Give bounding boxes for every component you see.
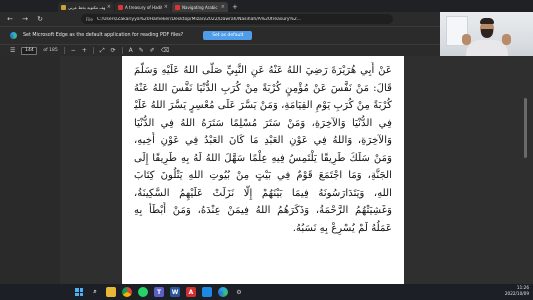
whatsapp-icon[interactable] — [138, 287, 148, 297]
arabic-text-line: عَنْ أَبِي هُرَيْرَةَ رَضِيَ اللهُ عَنْه… — [134, 65, 392, 76]
banner-text: Set Microsoft Edge as the default applic… — [23, 33, 184, 38]
word-icon[interactable]: W — [170, 287, 180, 297]
pdf-page[interactable]: عَنْ أَبِي هُرَيْرَةَ رَضِيَ اللهُ عَنْه… — [122, 56, 404, 284]
arabic-text-line: كُرْبَةً مِنْ كُرَبِ يَوْمِ القِيَامَةِ،… — [134, 100, 392, 111]
teams-icon[interactable]: T — [154, 287, 164, 297]
arabic-text-line: وَالآخِرَةِ، وَاللهُ فِي عَوْنِ العَبْدِ… — [134, 135, 392, 146]
default-app-banner: Set Microsoft Edge as the default applic… — [0, 26, 440, 44]
highlight-icon[interactable]: ✐ — [150, 47, 155, 54]
file-explorer-icon[interactable] — [106, 287, 116, 297]
taskbar-apps: ⌕ T W A ⚙ — [74, 287, 244, 297]
arabic-text-line: الجَنَّةِ، وَمَا اجْتَمَعَ قَوْمٌ فِي بَ… — [134, 170, 392, 181]
address-bar[interactable]: File C:/Users/Zakariyya%20Hameker/Deskto… — [81, 14, 393, 24]
edge-icon — [10, 32, 17, 39]
set-as-default-button[interactable]: Set as default — [203, 31, 253, 40]
tab-navigating-arabic[interactable]: Navigating Arabic text_Part1.pdf × — [172, 2, 228, 12]
erase-icon[interactable]: ⌫ — [161, 47, 169, 54]
tab-label: A treasury of Hadith a commen — [125, 4, 162, 10]
url-text[interactable]: C:/Users/Zakariyya%20Hameker/Desktop/Miz… — [97, 17, 301, 22]
tab-treasury-hadith[interactable]: A treasury of Hadith a commen × — [115, 2, 171, 12]
close-icon[interactable]: × — [164, 4, 168, 10]
divider — [121, 47, 123, 54]
divider — [63, 47, 65, 54]
draw-icon[interactable]: ✎ — [139, 47, 144, 54]
edge-icon[interactable] — [218, 287, 228, 297]
arabic-text-line: وَغَشِيَتْهُمُ الرَّحْمَةُ، وَذَكَرَهُمُ… — [134, 205, 392, 216]
arabic-text-line: اللهِ، وَيَتَدَارَسُونَهُ فِيمَا بَيْنَه… — [134, 187, 392, 199]
tab-label: سورة الكهف مكتوبة بخط عربي — [68, 4, 105, 10]
forward-icon[interactable]: → — [21, 15, 29, 23]
scrollbar[interactable] — [523, 58, 528, 282]
arabic-text-line: فِي الدُّنْيَا وَالآخِرَةِ، وَمَنْ سَتَر… — [134, 117, 392, 129]
close-icon[interactable]: × — [221, 4, 225, 10]
close-icon[interactable]: × — [107, 4, 111, 10]
document-icon — [61, 4, 66, 10]
file-label: File — [86, 16, 94, 22]
system-tray[interactable]: 11:26 2022/10/09 — [505, 285, 529, 297]
presenter-beard — [481, 29, 493, 38]
fit-page-icon[interactable]: ⤢ — [100, 47, 105, 55]
arabic-text-line: قَالَ: مَنْ نَفَّسَ عَنْ مُؤْمِنٍ كُرْبَ… — [134, 82, 392, 94]
search-icon[interactable]: ⌕ — [90, 287, 100, 297]
acrobat-icon[interactable]: A — [186, 287, 196, 297]
arabic-text-line: عَمَلُهُ لَمْ يُسْرِعْ بِهِ نَسَبُهُ. — [292, 222, 392, 234]
tab-label: Navigating Arabic text_Part1.pdf — [182, 4, 219, 10]
tab-surah-kahf[interactable]: سورة الكهف مكتوبة بخط عربي × — [58, 2, 114, 12]
photos-icon[interactable] — [202, 287, 212, 297]
contents-icon[interactable]: ☰ — [10, 47, 15, 54]
scrollbar-thumb[interactable] — [524, 98, 527, 158]
divider — [92, 47, 94, 54]
chrome-icon[interactable] — [122, 287, 132, 297]
windows-icon[interactable] — [74, 287, 84, 297]
browser-tab-strip: سورة الكهف مكتوبة بخط عربي × A treasury … — [0, 0, 533, 12]
presenter-hair — [480, 18, 494, 24]
arabic-text-line: وَمَنْ سَلَكَ طَرِيقًا يَلْتَمِسُ فِيهِ … — [134, 152, 392, 164]
back-icon[interactable]: ← — [6, 15, 14, 23]
screen: سورة الكهف مكتوبة بخط عربي × A treasury … — [0, 0, 533, 300]
new-tab-button[interactable]: + — [232, 2, 238, 12]
pdf-toolbar: ☰ 144 of 185 − + ⤢ ⟳ A ✎ ✐ ⌫ — [0, 44, 440, 56]
zoom-out-icon[interactable]: − — [71, 47, 76, 54]
page-total: of 185 — [43, 48, 58, 53]
pdf-icon — [118, 4, 123, 10]
presenter-hand — [502, 34, 511, 45]
clock-date: 2022/10/09 — [504, 291, 529, 296]
rotate-icon[interactable]: ⟳ — [111, 47, 116, 54]
settings-icon[interactable]: ⚙ — [234, 287, 244, 297]
left-panel — [0, 56, 60, 284]
presenter-hand — [462, 34, 471, 45]
read-aloud-icon[interactable]: A — [129, 47, 133, 54]
taskbar: ⌕ T W A ⚙ 11:26 2022/10/09 — [0, 284, 533, 300]
zoom-in-icon[interactable]: + — [82, 47, 87, 54]
refresh-icon[interactable]: ↻ — [36, 15, 44, 23]
pdf-icon — [175, 4, 180, 10]
page-number-input[interactable]: 144 — [21, 46, 38, 55]
pdf-viewer[interactable]: عَنْ أَبِي هُرَيْرَةَ رَضِيَ اللهُ عَنْه… — [0, 56, 533, 284]
